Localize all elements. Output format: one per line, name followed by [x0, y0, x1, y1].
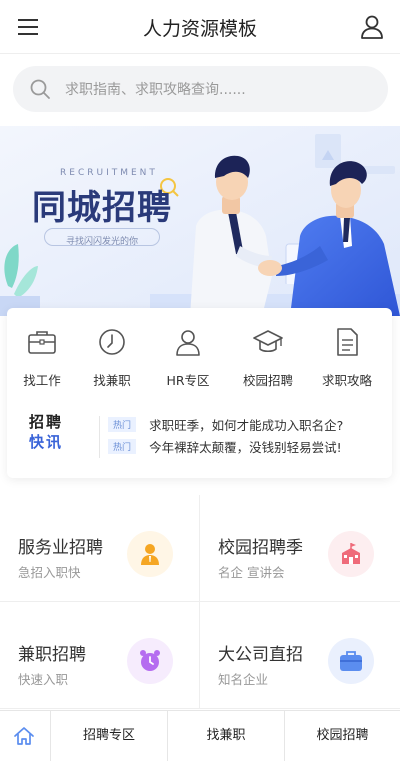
- person-icon: [176, 330, 200, 356]
- graduation-cap-icon: [253, 330, 283, 353]
- search-bar[interactable]: 求职指南、求职攻略查询......: [13, 66, 388, 112]
- category-title: 校园招聘季: [218, 538, 303, 558]
- banner-title: 同城招聘: [32, 188, 172, 228]
- tab-part-time[interactable]: 找兼职: [167, 711, 284, 761]
- nav-item-label: 校园招聘: [242, 373, 293, 388]
- category-title: 服务业招聘: [18, 538, 103, 558]
- worker-icon: [127, 531, 173, 577]
- briefcase-icon: [328, 638, 374, 684]
- news-logo-line2: 快讯: [29, 433, 64, 451]
- user-icon[interactable]: [358, 13, 386, 41]
- news-item[interactable]: 热门 今年裸辞太颠覆，没钱别轻易尝试!: [108, 436, 342, 456]
- category-subtitle: 名企 宣讲会: [218, 565, 285, 580]
- nav-item-hr[interactable]: HR专区: [153, 326, 223, 389]
- banner-small-title: RECRUITMENT: [60, 168, 158, 178]
- nav-item-label: 求职攻略: [321, 373, 372, 388]
- page-title: 人力资源模板: [142, 18, 257, 40]
- category-subtitle: 急招入职快: [18, 565, 81, 580]
- hot-tag: 热门: [108, 439, 137, 454]
- nav-item-part-time[interactable]: 找兼职: [77, 326, 147, 389]
- quick-nav-card: 找工作 找兼职 HR专区 校园招聘 求职攻略 招聘 快讯 热门 求职旺季，如何才…: [7, 308, 392, 478]
- news-item[interactable]: 热门 求职旺季，如何才能成功入职名企?: [108, 414, 343, 434]
- clock-icon: [99, 329, 125, 355]
- app-header: 人力资源模板: [0, 0, 400, 54]
- home-icon: [14, 727, 34, 745]
- search-icon: [30, 79, 50, 99]
- category-big-company[interactable]: 大公司直招 知名企业: [200, 602, 400, 709]
- news-logo-line1: 招聘: [29, 413, 64, 431]
- nav-item-label: HR专区: [166, 373, 210, 388]
- nav-item-find-job[interactable]: 找工作: [7, 326, 77, 389]
- category-subtitle: 知名企业: [218, 672, 269, 687]
- category-title: 兼职招聘: [18, 645, 86, 665]
- category-part-time[interactable]: 兼职招聘 快速入职: [0, 602, 200, 709]
- category-subtitle: 快速入职: [18, 672, 69, 687]
- search-input[interactable]: 求职指南、求职攻略查询......: [65, 79, 246, 99]
- news-logo: 招聘 快讯: [29, 412, 73, 452]
- tab-recruit-zone[interactable]: 招聘专区: [50, 711, 167, 761]
- category-service[interactable]: 服务业招聘 急招入职快: [0, 495, 200, 602]
- category-grid: 服务业招聘 急招入职快 校园招聘季 名企 宣讲会 兼职招聘 快速入职 大公司直招…: [0, 495, 400, 709]
- nav-item-label: 找工作: [23, 373, 61, 388]
- alarm-clock-icon: [127, 638, 173, 684]
- document-icon: [337, 328, 358, 356]
- banner-slogan: 寻找闪闪发光的你: [65, 237, 138, 247]
- news-text: 求职旺季，如何才能成功入职名企?: [149, 418, 344, 433]
- news-divider: [99, 416, 100, 458]
- nav-item-label: 找兼职: [93, 373, 131, 388]
- banner-slogan-pill: 寻找闪闪发光的你: [44, 228, 160, 247]
- school-icon: [328, 531, 374, 577]
- tab-home[interactable]: [0, 711, 50, 761]
- category-campus[interactable]: 校园招聘季 名企 宣讲会: [200, 495, 400, 602]
- hot-tag: 热门: [108, 417, 137, 432]
- category-title: 大公司直招: [218, 645, 303, 665]
- tab-campus[interactable]: 校园招聘: [284, 711, 400, 761]
- nav-item-campus[interactable]: 校园招聘: [233, 326, 303, 389]
- recruitment-banner[interactable]: RECRUITMENT 同城招聘 寻找闪闪发光的你: [0, 126, 400, 316]
- briefcase-icon: [28, 331, 56, 354]
- news-text: 今年裸辞太颠覆，没钱别轻易尝试!: [149, 440, 342, 455]
- nav-item-guide[interactable]: 求职攻略: [312, 326, 382, 389]
- bottom-tab-bar: 招聘专区 找兼职 校园招聘: [0, 710, 400, 761]
